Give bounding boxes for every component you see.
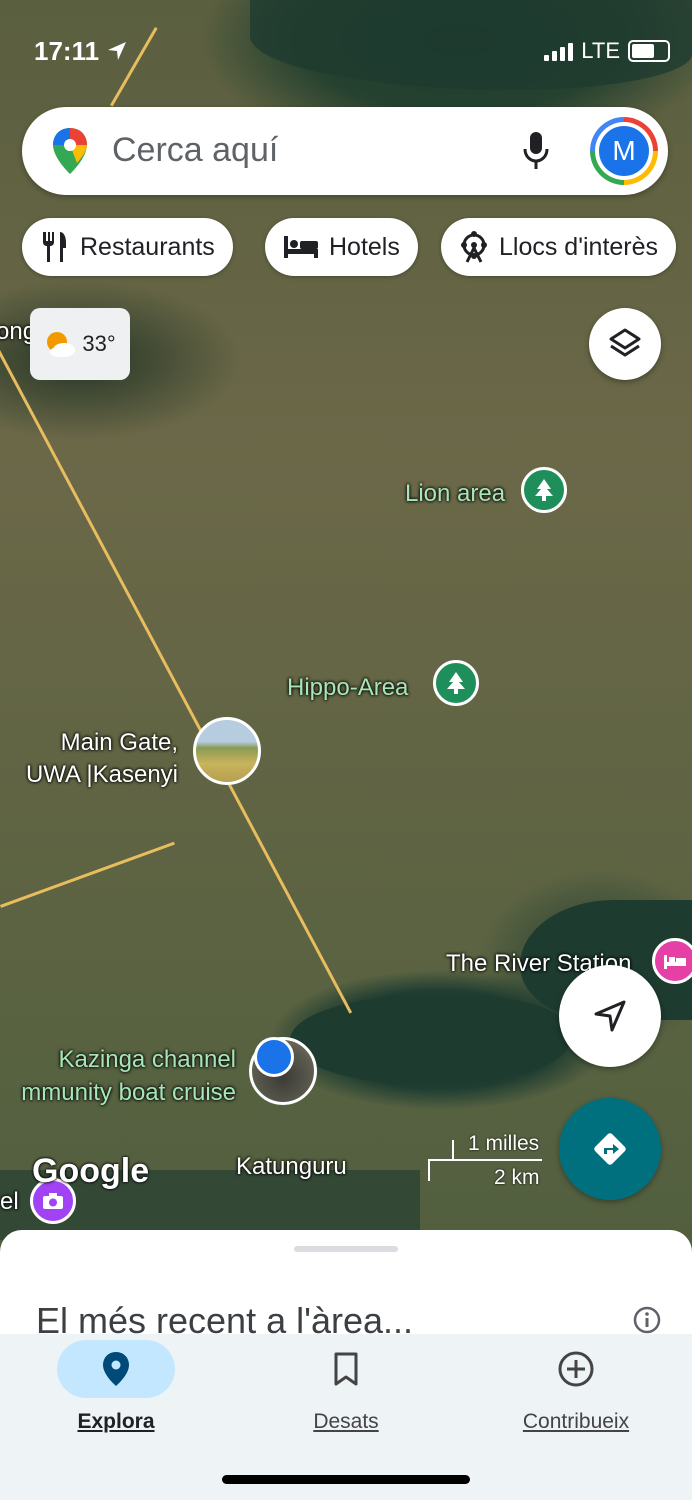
nav-contribute-label: Contribueix [522,1410,630,1433]
park-tree-icon[interactable] [433,660,479,706]
park-tree-icon[interactable] [521,467,567,513]
chip-restaurants-label: Restaurants [80,232,215,261]
map-label-hippo-area[interactable]: Hippo-Area [287,674,408,702]
main-gate-photo-pin[interactable] [193,717,261,785]
nav-explore-label: Explora [77,1410,155,1433]
map-label-lion-area[interactable]: Lion area [405,480,505,508]
add-circle-icon [558,1351,594,1387]
chip-hotels-label: Hotels [329,232,400,261]
nav-explore-pill [57,1340,175,1398]
chip-hotels[interactable]: Hotels [265,218,418,276]
status-right: LTE [544,38,670,64]
map-label-kazinga[interactable]: Kazinga channel mmunity boat cruise [0,1043,236,1109]
network-label: LTE [581,38,620,63]
google-maps-pin-icon [53,128,87,174]
navigation-arrow-icon [594,1000,626,1032]
chip-restaurants[interactable]: Restaurants [22,218,233,276]
signal-icon [544,41,574,61]
scale-bar: 1 milles 2 km [428,1132,548,1189]
bookmark-icon [334,1352,358,1386]
map-label-katunguru[interactable]: Katunguru [236,1153,347,1181]
chip-points-of-interest[interactable]: Llocs d'interès [441,218,677,276]
scale-miles: 1 milles [468,1132,540,1155]
weather-widget[interactable]: 33° [30,308,130,380]
info-icon[interactable] [632,1305,662,1335]
partly-cloudy-icon [47,332,76,357]
home-indicator[interactable] [222,1475,470,1484]
nav-contribute[interactable]: Contribueix [491,1340,661,1434]
nav-explore[interactable]: Explora [31,1340,201,1434]
microphone-icon[interactable] [522,131,550,171]
nav-contribute-pill [517,1340,635,1398]
location-arrow-icon [108,42,127,60]
status-bar: 17:11 LTE [0,32,692,72]
fork-knife-icon [43,232,66,262]
map-label-partial-left: el [0,1188,19,1215]
chip-points-label: Llocs d'interès [499,232,659,261]
kazinga-line2: mmunity boat cruise [21,1079,236,1106]
main-gate-line2: UWA |Kasenyi [25,761,178,788]
kazinga-line1: Kazinga channel [58,1046,236,1073]
search-input[interactable]: Cerca aquí [112,131,278,170]
location-pin-icon [103,1352,129,1386]
current-location-dot [254,1037,294,1077]
nav-saved-pill [287,1340,405,1398]
hotel-pin-icon[interactable] [652,938,692,984]
main-gate-line1: Main Gate, [60,729,178,756]
layers-button[interactable] [589,308,661,380]
sheet-drag-handle[interactable] [294,1246,398,1252]
status-time-text: 17:11 [34,36,100,66]
nav-saved[interactable]: Desats [261,1340,431,1434]
directions-icon [594,1133,626,1165]
directions-button[interactable] [559,1098,661,1200]
layers-icon [609,328,641,357]
road [0,841,175,908]
weather-temp: 33° [82,331,116,356]
ferris-wheel-icon [461,231,487,263]
avatar[interactable]: M [590,117,658,185]
bed-icon [284,236,318,258]
battery-icon [628,40,670,62]
water-area [290,995,570,1085]
scale-km: 2 km [494,1166,540,1189]
my-location-button[interactable] [559,965,661,1067]
map-label-main-gate[interactable]: Main Gate, UWA |Kasenyi [20,727,178,791]
google-logo: Google [32,1152,150,1190]
avatar-letter: M [599,126,649,176]
status-time: 17:11 [34,36,128,67]
nav-saved-label: Desats [313,1410,379,1433]
search-bar[interactable]: Cerca aquí M [22,107,668,195]
